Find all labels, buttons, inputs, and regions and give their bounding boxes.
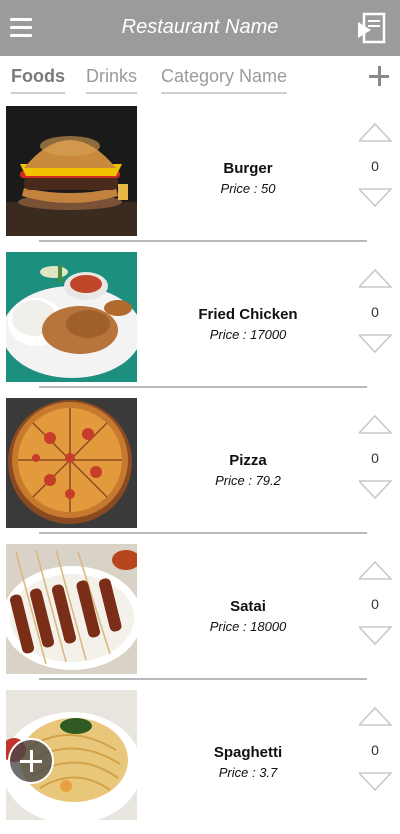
quantity-stepper: 0 <box>358 122 392 212</box>
burger-photo <box>6 106 137 236</box>
tab-foods[interactable]: Foods <box>11 66 65 94</box>
item-quantity: 0 <box>371 596 379 612</box>
increase-arrow-icon[interactable] <box>358 560 392 580</box>
divider <box>39 678 367 680</box>
item-quantity: 0 <box>371 742 379 758</box>
pizza-photo <box>6 398 137 528</box>
item-name: Burger <box>223 160 273 177</box>
category-tabs: Foods Drinks Category Name <box>0 56 400 102</box>
decrease-arrow-icon[interactable] <box>358 188 392 208</box>
decrease-arrow-icon[interactable] <box>358 480 392 500</box>
list-item: Pizza Price : 79.2 0 <box>0 396 400 542</box>
add-category-icon[interactable] <box>368 65 390 87</box>
divider <box>39 386 367 388</box>
add-item-fab-icon[interactable] <box>8 738 54 784</box>
decrease-arrow-icon[interactable] <box>358 772 392 792</box>
item-quantity: 0 <box>371 158 379 174</box>
increase-arrow-icon[interactable] <box>358 122 392 142</box>
item-price: Price : 18000 <box>209 619 287 634</box>
satai-photo <box>6 544 137 674</box>
item-price: Price : 50 <box>220 181 276 196</box>
increase-arrow-icon[interactable] <box>358 414 392 434</box>
item-price: Price : 17000 <box>209 327 287 342</box>
list-item: Satai Price : 18000 0 <box>0 542 400 688</box>
top-app-bar: Restaurant Name <box>0 0 400 56</box>
decrease-arrow-icon[interactable] <box>358 334 392 354</box>
quantity-stepper: 0 <box>358 414 392 504</box>
item-price: Price : 3.7 <box>218 765 278 780</box>
increase-arrow-icon[interactable] <box>358 268 392 288</box>
restaurant-title: Restaurant Name <box>121 16 279 38</box>
increase-arrow-icon[interactable] <box>358 706 392 726</box>
tab-drinks[interactable]: Drinks <box>86 66 138 94</box>
divider <box>39 532 367 534</box>
quantity-stepper: 0 <box>358 706 392 796</box>
list-item: Spaghetti Price : 3.7 0 <box>0 688 400 834</box>
item-quantity: 0 <box>371 450 379 466</box>
fried-chicken-photo <box>6 252 137 382</box>
divider <box>39 240 367 242</box>
item-name: Satai <box>230 598 266 615</box>
item-name: Fried Chicken <box>198 306 298 323</box>
item-name: Pizza <box>229 452 267 469</box>
list-item: Fried Chicken Price : 17000 0 <box>0 250 400 396</box>
exit-door-icon[interactable] <box>356 12 388 44</box>
list-item: Burger Price : 50 0 <box>0 104 400 250</box>
item-price: Price : 79.2 <box>215 473 281 488</box>
item-name: Spaghetti <box>213 744 283 761</box>
food-list: Burger Price : 50 0 Fried Chicken Price … <box>0 104 400 834</box>
tab-category-name[interactable]: Category Name <box>161 66 288 94</box>
quantity-stepper: 0 <box>358 268 392 358</box>
item-quantity: 0 <box>371 304 379 320</box>
decrease-arrow-icon[interactable] <box>358 626 392 646</box>
quantity-stepper: 0 <box>358 560 392 650</box>
hamburger-menu-icon[interactable] <box>10 16 34 38</box>
